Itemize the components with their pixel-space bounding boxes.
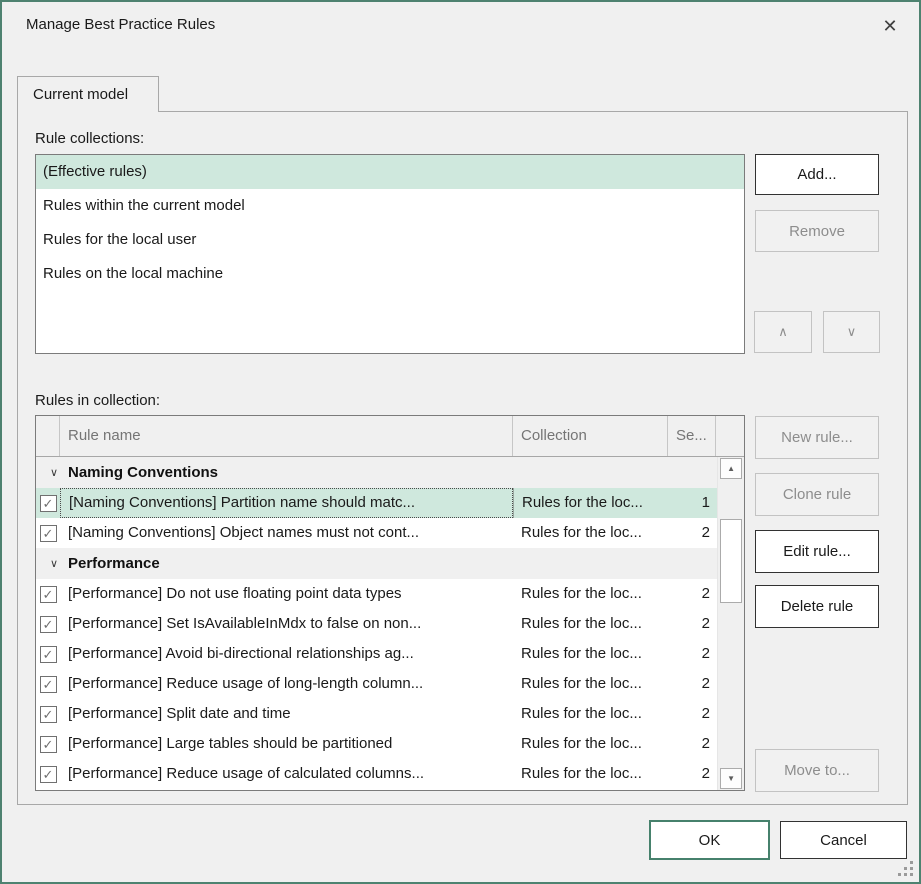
severity-cell[interactable]: 2 — [668, 639, 714, 669]
rule-row[interactable]: ✓[Performance] Reduce usage of long-leng… — [36, 669, 717, 699]
checkbox-cell: ✓ — [36, 729, 60, 759]
collection-list-item[interactable]: Rules for the local user — [36, 223, 744, 257]
severity-cell[interactable]: 2 — [668, 729, 714, 759]
collection-column-header[interactable]: Collection — [513, 416, 668, 456]
close-icon[interactable]: ✕ — [873, 10, 907, 42]
collection-list-item[interactable]: Rules within the current model — [36, 189, 744, 223]
collection-cell[interactable]: Rules for the loc... — [513, 639, 668, 669]
rule-row[interactable]: ✓[Performance] Split date and timeRules … — [36, 699, 717, 729]
rule-name-cell[interactable]: [Performance] Set IsAvailableInMdx to fa… — [60, 609, 513, 639]
rules-grid: Rule name Collection Se... ∨ Naming Conve… — [35, 415, 745, 791]
vertical-scrollbar[interactable]: ▲ ▼ — [717, 457, 744, 790]
severity-cell[interactable]: 2 — [668, 579, 714, 609]
rule-collections-listbox[interactable]: (Effective rules)Rules within the curren… — [35, 154, 745, 354]
rule-row[interactable]: ✓[Performance] Set IsAvailableInMdx to f… — [36, 609, 717, 639]
rules-in-collection-label: Rules in collection: — [35, 392, 160, 409]
move-down-button[interactable]: ∨ — [823, 311, 880, 353]
chevron-down-icon[interactable]: ∨ — [45, 557, 63, 570]
rule-row[interactable]: ✓[Performance] Reduce usage of calculate… — [36, 759, 717, 789]
severity-cell[interactable]: 1 — [668, 488, 714, 518]
collection-cell[interactable]: Rules for the loc... — [513, 579, 668, 609]
collection-cell[interactable]: Rules for the loc... — [513, 759, 668, 789]
rule-name-cell[interactable]: [Performance] Split date and time — [60, 699, 513, 729]
severity-cell[interactable]: 2 — [668, 518, 714, 548]
collection-cell[interactable]: Rules for the loc... — [513, 669, 668, 699]
move-up-button[interactable]: ∧ — [754, 311, 812, 353]
rule-checkbox[interactable]: ✓ — [40, 676, 57, 693]
rule-checkbox[interactable]: ✓ — [40, 495, 57, 512]
remove-button[interactable]: Remove — [755, 210, 879, 252]
severity-cell[interactable]: 2 — [668, 669, 714, 699]
rule-row[interactable]: ✓[Performance] Large tables should be pa… — [36, 729, 717, 759]
rules-grid-header: Rule name Collection Se... — [36, 416, 744, 457]
rule-name-cell[interactable]: [Performance] Do not use floating point … — [60, 579, 513, 609]
checkbox-cell: ✓ — [36, 609, 60, 639]
manage-best-practice-rules-dialog: Manage Best Practice Rules ✕ Current mod… — [0, 0, 921, 884]
group-row[interactable]: ∨ Performance — [36, 548, 717, 579]
scroll-up-icon[interactable]: ▲ — [720, 458, 742, 479]
scroll-down-icon[interactable]: ▼ — [720, 768, 742, 789]
collection-list-item[interactable]: (Effective rules) — [36, 155, 744, 189]
rule-name-cell[interactable]: [Performance] Avoid bi-directional relat… — [60, 639, 513, 669]
severity-cell[interactable]: 2 — [668, 759, 714, 789]
rule-checkbox[interactable]: ✓ — [40, 736, 57, 753]
checkbox-cell: ✓ — [36, 518, 60, 548]
severity-cell[interactable]: 2 — [668, 699, 714, 729]
edit-rule-button[interactable]: Edit rule... — [755, 530, 879, 573]
rule-checkbox[interactable]: ✓ — [40, 586, 57, 603]
collection-cell[interactable]: Rules for the loc... — [513, 518, 668, 548]
rule-name-column-header[interactable]: Rule name — [60, 416, 513, 456]
rule-name-cell[interactable]: [Naming Conventions] Partition name shou… — [60, 488, 513, 518]
severity-cell[interactable]: 2 — [668, 609, 714, 639]
ok-button[interactable]: OK — [649, 820, 770, 860]
rules-grid-rows: ∨Naming Conventions✓[Naming Conventions]… — [36, 457, 717, 790]
collection-cell[interactable]: Rules for the loc... — [513, 609, 668, 639]
rule-checkbox[interactable]: ✓ — [40, 525, 57, 542]
checkbox-cell: ✓ — [36, 579, 60, 609]
group-label: Naming Conventions — [68, 464, 218, 481]
rule-checkbox[interactable]: ✓ — [40, 646, 57, 663]
resize-grip[interactable] — [897, 860, 913, 876]
severity-column-header[interactable]: Se... — [668, 416, 716, 456]
dialog-title: Manage Best Practice Rules — [26, 16, 215, 33]
rule-checkbox[interactable]: ✓ — [40, 766, 57, 783]
rule-row[interactable]: ✓[Naming Conventions] Object names must … — [36, 518, 717, 548]
rule-row[interactable]: ✓[Naming Conventions] Partition name sho… — [36, 488, 717, 518]
rule-row[interactable]: ✓[Performance] Do not use floating point… — [36, 579, 717, 609]
rule-checkbox[interactable]: ✓ — [40, 706, 57, 723]
delete-rule-button[interactable]: Delete rule — [755, 585, 879, 628]
move-to-button[interactable]: Move to... — [755, 749, 879, 792]
checkbox-cell: ✓ — [36, 639, 60, 669]
new-rule-button[interactable]: New rule... — [755, 416, 879, 459]
collection-cell[interactable]: Rules for the loc... — [513, 488, 668, 518]
collection-list-item[interactable]: Rules on the local machine — [36, 257, 744, 291]
cancel-button[interactable]: Cancel — [780, 821, 907, 859]
clone-rule-button[interactable]: Clone rule — [755, 473, 879, 516]
group-label: Performance — [68, 555, 160, 572]
collection-cell[interactable]: Rules for the loc... — [513, 729, 668, 759]
tab-current-model[interactable]: Current model — [17, 76, 159, 112]
rule-name-cell[interactable]: [Performance] Reduce usage of calculated… — [60, 759, 513, 789]
rule-name-cell[interactable]: [Performance] Large tables should be par… — [60, 729, 513, 759]
collection-cell[interactable]: Rules for the loc... — [513, 699, 668, 729]
checkbox-cell: ✓ — [36, 488, 60, 518]
checkbox-cell: ✓ — [36, 669, 60, 699]
rule-collections-label: Rule collections: — [35, 130, 144, 147]
checkbox-column-header[interactable] — [36, 416, 60, 456]
filler-column-header — [716, 416, 744, 456]
rule-row[interactable]: ✓[Performance] Avoid bi-directional rela… — [36, 639, 717, 669]
add-button[interactable]: Add... — [755, 154, 879, 195]
rule-name-cell[interactable]: [Naming Conventions] Object names must n… — [60, 518, 513, 548]
checkbox-cell: ✓ — [36, 759, 60, 789]
group-row[interactable]: ∨ Naming Conventions — [36, 457, 717, 488]
chevron-down-icon[interactable]: ∨ — [45, 466, 63, 479]
rule-checkbox[interactable]: ✓ — [40, 616, 57, 633]
scrollbar-thumb[interactable] — [720, 519, 742, 603]
checkbox-cell: ✓ — [36, 699, 60, 729]
rule-name-cell[interactable]: [Performance] Reduce usage of long-lengt… — [60, 669, 513, 699]
